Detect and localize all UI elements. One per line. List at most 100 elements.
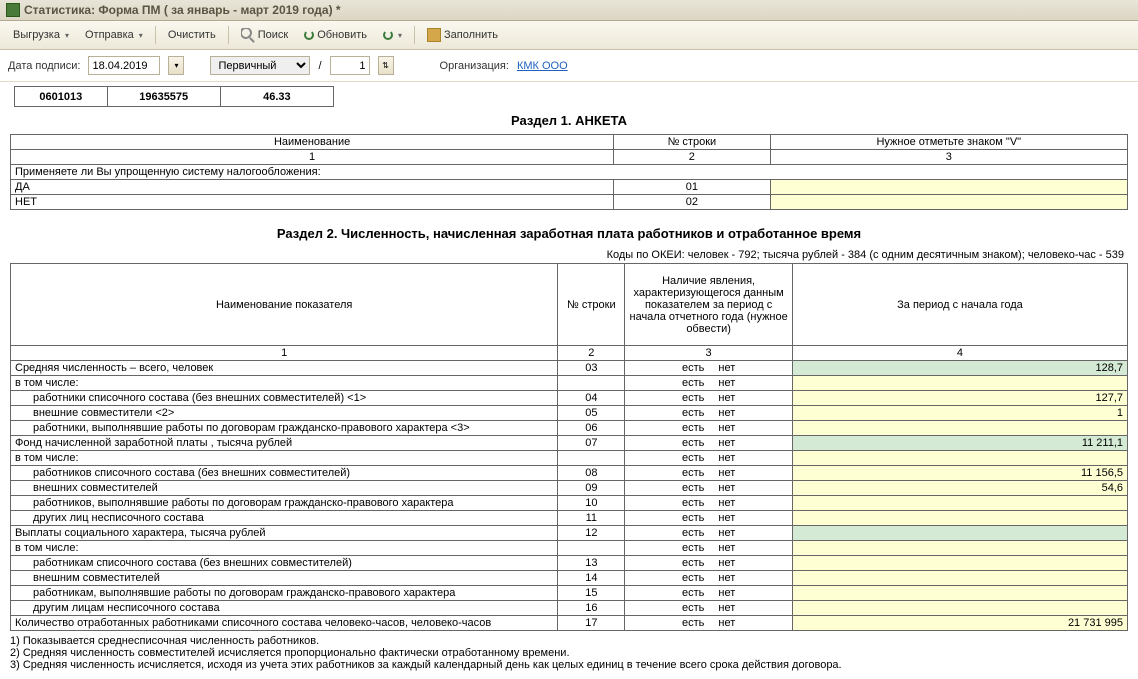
presence-yes[interactable]: есть — [682, 392, 704, 404]
s2-row-value[interactable]: 127,7 — [792, 391, 1127, 406]
s1-no-mark[interactable] — [770, 195, 1127, 210]
presence-no[interactable]: нет — [718, 572, 735, 584]
s2-row-value[interactable]: 11 211,1 — [792, 436, 1127, 451]
presence-yes[interactable]: есть — [682, 497, 704, 509]
presence-yes[interactable]: есть — [682, 362, 704, 374]
send-button[interactable]: Отправка — [78, 26, 150, 44]
s2-row-value[interactable] — [792, 421, 1127, 436]
s2-row-value[interactable] — [792, 526, 1127, 541]
s2-row-value[interactable] — [792, 376, 1127, 391]
presence-no[interactable]: нет — [718, 557, 735, 569]
s2-row-value[interactable] — [792, 556, 1127, 571]
s2-row-value[interactable]: 128,7 — [792, 361, 1127, 376]
presence-no[interactable]: нет — [718, 452, 735, 464]
presence-no[interactable]: нет — [718, 407, 735, 419]
date-picker-button[interactable]: ▾ — [168, 56, 184, 75]
s2-row-presence[interactable]: есть нет — [625, 616, 793, 631]
presence-yes[interactable]: есть — [682, 557, 704, 569]
presence-yes[interactable]: есть — [682, 602, 704, 614]
presence-yes[interactable]: есть — [682, 572, 704, 584]
presence-no[interactable]: нет — [718, 422, 735, 434]
presence-no[interactable]: нет — [718, 527, 735, 539]
presence-yes[interactable]: есть — [682, 587, 704, 599]
s1-yes-mark[interactable] — [770, 180, 1127, 195]
s2-row-presence[interactable]: есть нет — [625, 556, 793, 571]
fill-button[interactable]: Заполнить — [420, 25, 505, 45]
s2-row-presence[interactable]: есть нет — [625, 436, 793, 451]
search-label: Поиск — [258, 29, 288, 41]
s2-row-presence[interactable]: есть нет — [625, 421, 793, 436]
s2-row-value[interactable] — [792, 496, 1127, 511]
s2-row-code: 12 — [558, 526, 625, 541]
s2-row-presence[interactable]: есть нет — [625, 541, 793, 556]
s2-row-presence[interactable]: есть нет — [625, 466, 793, 481]
s2-row-value[interactable]: 54,6 — [792, 481, 1127, 496]
s2-row-presence[interactable]: есть нет — [625, 391, 793, 406]
s2-row-presence[interactable]: есть нет — [625, 481, 793, 496]
s2-row-value[interactable] — [792, 511, 1127, 526]
sign-date-input[interactable] — [88, 56, 160, 75]
s2-row-presence[interactable]: есть нет — [625, 571, 793, 586]
s2-row-name: других лиц несписочного состава — [11, 511, 558, 526]
number-stepper-button[interactable]: ⇅ — [378, 56, 394, 75]
s2-row-presence[interactable]: есть нет — [625, 451, 793, 466]
s2-row-value[interactable] — [792, 601, 1127, 616]
s2-row-name: в том числе: — [11, 451, 558, 466]
presence-yes[interactable]: есть — [682, 527, 704, 539]
presence-yes[interactable]: есть — [682, 482, 704, 494]
s2-row-value[interactable] — [792, 571, 1127, 586]
unload-button[interactable]: Выгрузка — [6, 26, 76, 44]
org-link[interactable]: КМК ООО — [517, 60, 568, 72]
s2-row-value[interactable] — [792, 451, 1127, 466]
s2-row-presence[interactable]: есть нет — [625, 511, 793, 526]
presence-no[interactable]: нет — [718, 437, 735, 449]
s2-row-presence[interactable]: есть нет — [625, 361, 793, 376]
s2-row-presence[interactable]: есть нет — [625, 406, 793, 421]
refresh-button[interactable]: Обновить — [297, 26, 374, 44]
presence-no[interactable]: нет — [718, 602, 735, 614]
presence-yes[interactable]: есть — [682, 377, 704, 389]
toolbar-separator — [228, 26, 229, 44]
s2-row-value[interactable]: 11 156,5 — [792, 466, 1127, 481]
presence-yes[interactable]: есть — [682, 617, 704, 629]
s2-row-presence[interactable]: есть нет — [625, 586, 793, 601]
s2-row-value[interactable]: 1 — [792, 406, 1127, 421]
presence-no[interactable]: нет — [718, 482, 735, 494]
s2-row-presence[interactable]: есть нет — [625, 376, 793, 391]
search-button[interactable]: Поиск — [234, 25, 295, 45]
presence-no[interactable]: нет — [718, 377, 735, 389]
s1-yes-code: 01 — [614, 180, 770, 195]
s2-header-period: За период с начала года — [792, 264, 1127, 346]
toolbar-separator — [414, 26, 415, 44]
s2-row-presence[interactable]: есть нет — [625, 526, 793, 541]
presence-yes[interactable]: есть — [682, 422, 704, 434]
presence-no[interactable]: нет — [718, 497, 735, 509]
presence-yes[interactable]: есть — [682, 512, 704, 524]
presence-no[interactable]: нет — [718, 362, 735, 374]
presence-no[interactable]: нет — [718, 512, 735, 524]
unload-label: Выгрузка — [13, 29, 60, 41]
correction-number-input[interactable] — [330, 56, 370, 75]
s2-row-value[interactable]: 21 731 995 — [792, 616, 1127, 631]
refresh-dropdown[interactable] — [376, 27, 409, 43]
s2-row-value[interactable] — [792, 586, 1127, 601]
s2-row-value[interactable] — [792, 541, 1127, 556]
presence-yes[interactable]: есть — [682, 437, 704, 449]
presence-no[interactable]: нет — [718, 587, 735, 599]
presence-no[interactable]: нет — [718, 542, 735, 554]
presence-yes[interactable]: есть — [682, 542, 704, 554]
presence-yes[interactable]: есть — [682, 467, 704, 479]
footnote-2: 2) Средняя численность совместителей исч… — [10, 647, 1128, 659]
fill-label: Заполнить — [444, 29, 498, 41]
presence-no[interactable]: нет — [718, 467, 735, 479]
s2-row-presence[interactable]: есть нет — [625, 601, 793, 616]
presence-no[interactable]: нет — [718, 392, 735, 404]
presence-yes[interactable]: есть — [682, 452, 704, 464]
clear-button[interactable]: Очистить — [161, 26, 223, 44]
presence-no[interactable]: нет — [718, 617, 735, 629]
presence-yes[interactable]: есть — [682, 407, 704, 419]
s2-header-row: № строки — [558, 264, 625, 346]
primary-select[interactable]: Первичный — [210, 56, 310, 75]
s2-row-presence[interactable]: есть нет — [625, 496, 793, 511]
send-label: Отправка — [85, 29, 134, 41]
